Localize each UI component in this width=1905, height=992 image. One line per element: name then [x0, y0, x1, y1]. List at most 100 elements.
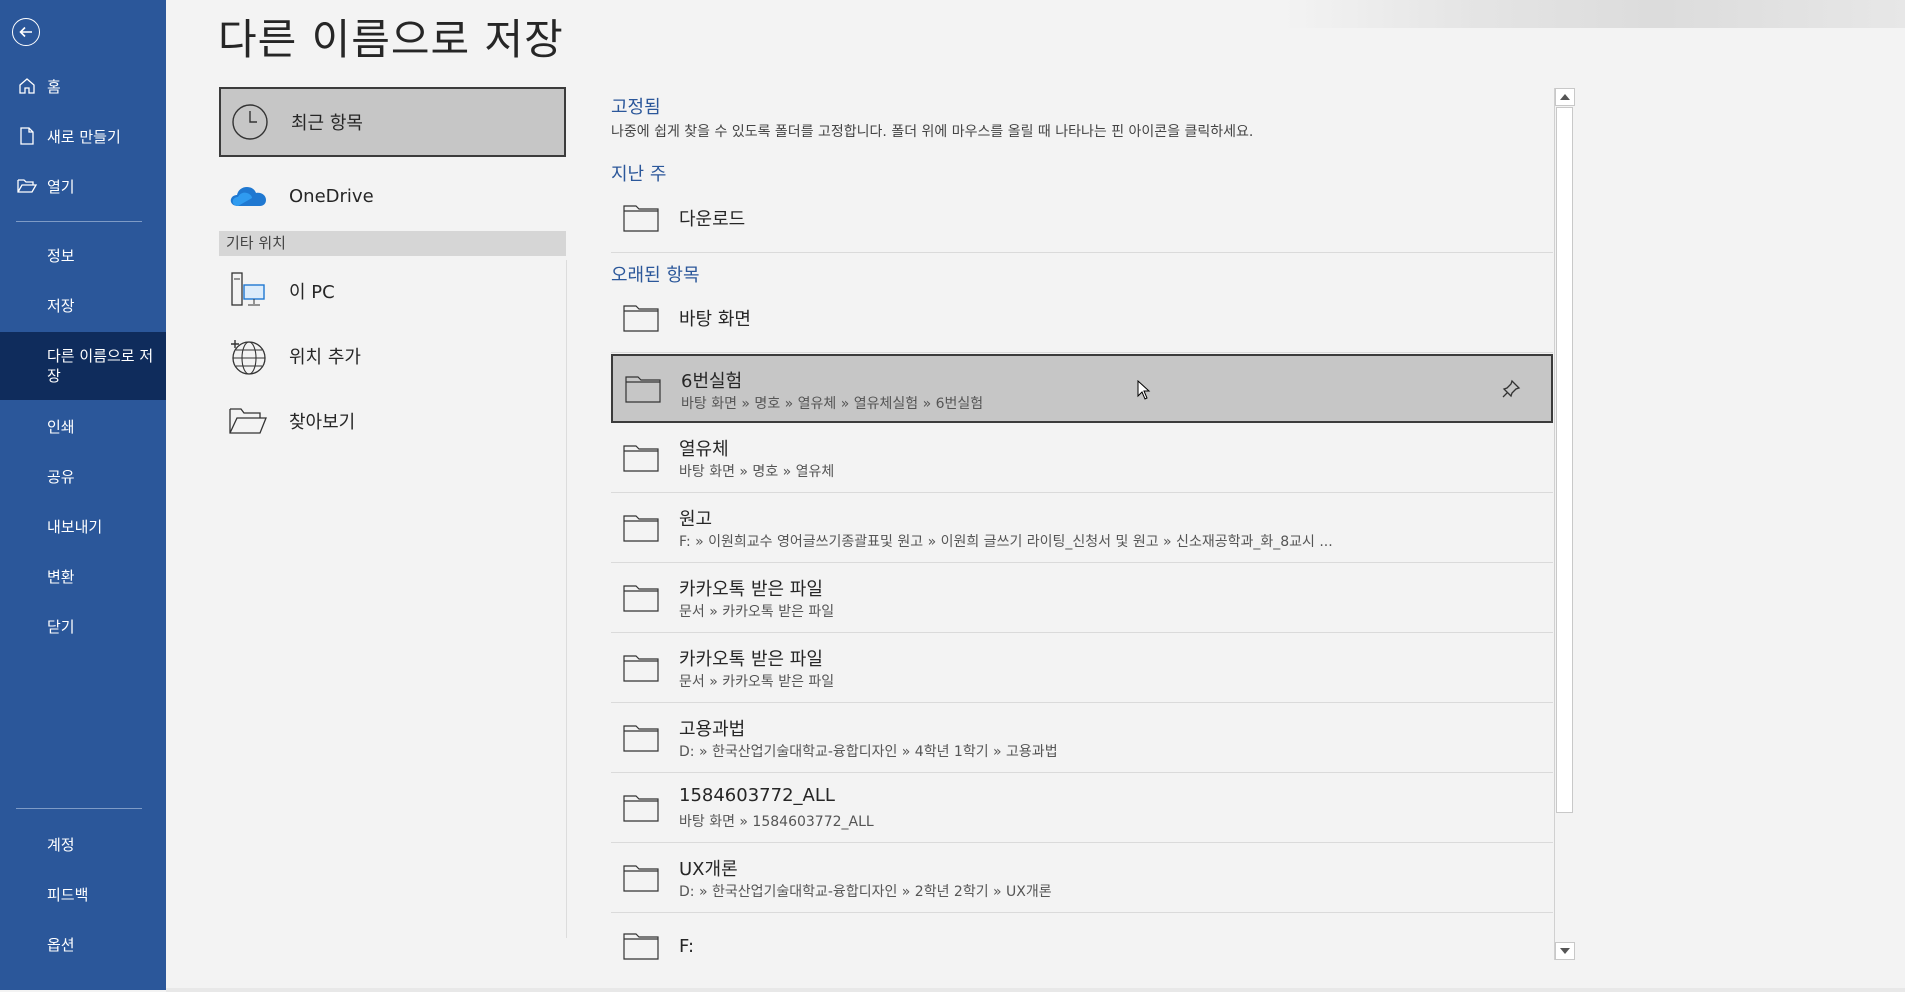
last-week-section-title: 지난 주: [611, 164, 667, 185]
folder-open-icon: [227, 400, 269, 442]
folder-icon: [623, 933, 659, 960]
location-this-pc[interactable]: 이 PC: [219, 256, 566, 326]
folder-icon: [623, 515, 659, 542]
folder-name: 카카오톡 받은 파일: [679, 649, 823, 670]
nav-divider: [16, 221, 142, 222]
location-onedrive[interactable]: OneDrive: [219, 161, 566, 231]
nav-info-label: 정보: [47, 246, 75, 265]
location-add-place[interactable]: 위치 추가: [219, 321, 566, 391]
nav-close-label: 닫기: [47, 617, 75, 636]
folder-name: 6번실험: [681, 371, 743, 392]
folder-row[interactable]: 원고 F: » 이원희교수 영어글쓰기종괄표및 원고 » 이원희 글쓰기 라이팅…: [611, 494, 1553, 563]
folder-row[interactable]: 다운로드: [611, 184, 1553, 253]
folder-name: 원고: [679, 509, 713, 530]
nav-transform[interactable]: 변환: [0, 554, 166, 598]
nav-options[interactable]: 옵션: [0, 922, 166, 966]
pc-icon: [227, 270, 269, 312]
folder-name: 카카오톡 받은 파일: [679, 579, 823, 600]
folder-icon: [623, 305, 659, 332]
folder-row[interactable]: 1584603772_ALL 바탕 화면 » 1584603772_ALL: [611, 774, 1553, 843]
nav-print[interactable]: 인쇄: [0, 404, 166, 448]
home-icon: [16, 75, 38, 97]
folder-icon: [623, 445, 659, 472]
vertical-scrollbar[interactable]: [1554, 88, 1575, 960]
location-onedrive-label: OneDrive: [289, 185, 374, 207]
folder-icon: [623, 865, 659, 892]
folder-icon: [623, 725, 659, 752]
page-title: 다른 이름으로 저장: [218, 15, 564, 64]
nav-info[interactable]: 정보: [0, 233, 166, 277]
location-this-pc-label: 이 PC: [289, 282, 335, 303]
nav-new[interactable]: 새로 만들기: [0, 114, 166, 158]
nav-save-as[interactable]: 다른 이름으로 저장: [0, 332, 166, 400]
folder-name: UX개론: [679, 859, 738, 880]
folder-name: 고용과법: [679, 719, 746, 740]
nav-open-label: 열기: [47, 177, 75, 196]
nav-transform-label: 변환: [47, 567, 75, 586]
folder-icon: [623, 795, 659, 822]
clock-icon: [229, 101, 271, 143]
folder-path: 바탕 화면 » 명호 » 열유체: [679, 464, 835, 480]
folder-name: 다운로드: [679, 209, 746, 230]
folder-path: 문서 » 카카오톡 받은 파일: [679, 604, 835, 620]
folder-path: 바탕 화면 » 1584603772_ALL: [679, 814, 874, 830]
nav-close[interactable]: 닫기: [0, 604, 166, 648]
nav-new-label: 새로 만들기: [47, 127, 121, 146]
folder-name: 바탕 화면: [679, 309, 751, 330]
nav-save-label: 저장: [47, 296, 75, 315]
location-recent[interactable]: 최근 항목: [219, 87, 566, 157]
folder-row[interactable]: 6번실험 바탕 화면 » 명호 » 열유체 » 열유체실험 » 6번실험: [611, 354, 1553, 423]
folder-icon: [623, 655, 659, 682]
scroll-thumb[interactable]: [1556, 107, 1573, 813]
folder-icon: [623, 205, 659, 232]
mouse-cursor-icon: [1137, 380, 1151, 400]
back-arrow-icon[interactable]: [12, 18, 40, 46]
nav-feedback-label: 피드백: [47, 885, 89, 904]
folder-row[interactable]: 바탕 화면: [611, 284, 1553, 353]
nav-share[interactable]: 공유: [0, 454, 166, 498]
folder-path: F: » 이원희교수 영어글쓰기종괄표및 원고 » 이원희 글쓰기 라이팅_신청…: [679, 534, 1333, 550]
nav-save-as-label: 다른 이름으로 저장: [47, 347, 154, 385]
nav-home[interactable]: 홈: [0, 64, 166, 108]
header-decoration: [1285, 0, 1905, 28]
nav-account[interactable]: 계정: [0, 822, 166, 866]
folder-icon: [623, 585, 659, 612]
folder-name: 1584603772_ALL: [679, 785, 835, 806]
scroll-down-icon[interactable]: [1555, 942, 1575, 960]
folder-icon: [625, 375, 661, 403]
folder-row[interactable]: 열유체 바탕 화면 » 명호 » 열유체: [611, 424, 1553, 493]
folder-path: 문서 » 카카오톡 받은 파일: [679, 674, 835, 690]
nav-export-label: 내보내기: [47, 517, 103, 536]
nav-save[interactable]: 저장: [0, 283, 166, 327]
folder-row[interactable]: F:: [611, 914, 1553, 960]
nav-options-label: 옵션: [47, 935, 75, 954]
location-add-place-label: 위치 추가: [289, 347, 361, 368]
nav-open[interactable]: 열기: [0, 164, 166, 208]
nav-share-label: 공유: [47, 467, 75, 486]
nav-export[interactable]: 내보내기: [0, 504, 166, 548]
folder-row[interactable]: UX개론 D: » 한국산업기술대학교-융합디자인 » 2학년 2학기 » UX…: [611, 844, 1553, 913]
bottom-edge: [166, 988, 1905, 992]
folder-name: 열유체: [679, 439, 729, 460]
backstage-nav: 홈 새로 만들기 열기 정보 저장 다른 이름으로 저장 인쇄 공유 내보내기 …: [0, 0, 166, 990]
nav-home-label: 홈: [47, 77, 61, 96]
folder-row[interactable]: 카카오톡 받은 파일 문서 » 카카오톡 받은 파일: [611, 564, 1553, 633]
folder-row[interactable]: 카카오톡 받은 파일 문서 » 카카오톡 받은 파일: [611, 634, 1553, 703]
open-folder-icon: [16, 175, 38, 197]
other-locations-header: 기타 위치: [219, 231, 566, 256]
location-browse[interactable]: 찾아보기: [219, 386, 566, 456]
pinned-description: 나중에 쉽게 찾을 수 있도록 폴더를 고정합니다. 폴더 위에 마우스를 올릴…: [611, 124, 1254, 140]
onedrive-cloud-icon: [227, 175, 269, 217]
pin-icon[interactable]: [1501, 379, 1521, 399]
scroll-up-icon[interactable]: [1555, 88, 1575, 106]
folder-row[interactable]: 고용과법 D: » 한국산업기술대학교-융합디자인 » 4학년 1학기 » 고용…: [611, 704, 1553, 773]
nav-feedback[interactable]: 피드백: [0, 872, 166, 916]
nav-divider: [16, 808, 142, 809]
globe-add-icon: [227, 335, 269, 377]
pinned-section-title: 고정됨: [611, 97, 661, 118]
new-document-icon: [16, 125, 38, 147]
location-browse-label: 찾아보기: [289, 412, 356, 433]
folder-name: F:: [679, 936, 695, 957]
nav-account-label: 계정: [47, 835, 75, 854]
folder-path: D: » 한국산업기술대학교-융합디자인 » 2학년 2학기 » UX개론: [679, 884, 1052, 900]
